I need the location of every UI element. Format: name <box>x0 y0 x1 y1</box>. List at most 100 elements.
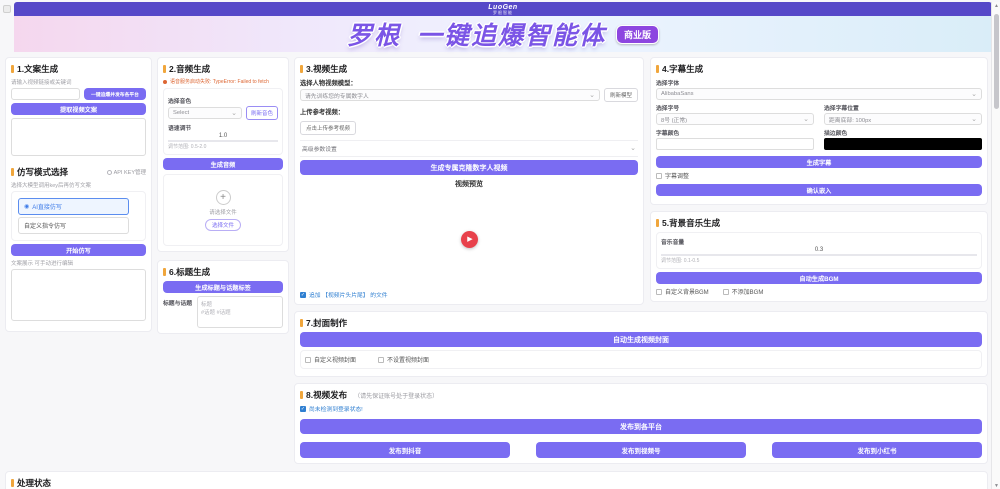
stroke-color-picker[interactable] <box>824 138 982 150</box>
publish-heading: 8.视频发布 （请先保证账号处于登录状态） <box>300 389 982 401</box>
voice-settings-card: 选择音色 Select ⌄ 刷新音色 语速调节 1.0 调节范围: 0.5-2.… <box>163 88 283 155</box>
generate-subtitle-button[interactable]: 生成字幕 <box>656 156 982 168</box>
scrollbar-thumb[interactable] <box>994 14 999 109</box>
custom-cover-checkbox[interactable] <box>305 357 311 363</box>
video-link-input[interactable] <box>11 88 80 100</box>
plus-icon: + <box>216 190 231 205</box>
panel-title-gen: 6.标题生成 生成标题与话题标签 标题与话题 <box>157 260 289 334</box>
page-title-main: 一键追爆智能体 <box>417 22 606 50</box>
auto-generate-bgm-button[interactable]: 自动生成BGM <box>656 272 982 284</box>
speed-slider[interactable]: 1.0 <box>168 133 278 142</box>
vertical-scrollbar[interactable]: ▲ ▼ <box>991 2 1000 489</box>
choose-file-button[interactable]: 选择文件 <box>205 219 241 231</box>
bgm-heading: 5.背景音乐生成 <box>656 217 982 229</box>
error-dot-icon <box>163 80 167 84</box>
subtitle-heading: 4.字幕生成 <box>656 63 982 75</box>
status-heading: 处理状态 <box>11 477 982 489</box>
rewritten-copy-textarea[interactable] <box>11 269 146 321</box>
chevron-down-icon: ⌄ <box>589 92 595 99</box>
publish-douyin-button[interactable]: 发布到抖音 <box>300 442 510 458</box>
upload-ref-video-button[interactable]: 点击上传参考视频 <box>300 121 356 135</box>
speed-range-hint: 调节范围: 0.5-2.0 <box>168 143 278 150</box>
heading-accent-bar <box>11 65 14 73</box>
font-label: 选择字体 <box>656 78 982 87</box>
font-size-label: 选择字号 <box>656 103 814 112</box>
refresh-model-button[interactable]: 刷新模型 <box>604 88 638 102</box>
bgm-volume-slider[interactable]: 0.3 <box>661 247 977 256</box>
scroll-down-arrow-icon[interactable]: ▼ <box>992 482 1000 489</box>
mode-option-ai-rewrite[interactable]: ◉ AI直接仿写 <box>18 198 129 215</box>
play-icon[interactable]: ▶ <box>461 231 478 248</box>
heading-accent-bar <box>11 168 14 176</box>
browser-corner-chip <box>3 5 11 13</box>
chevron-down-icon: ⌄ <box>971 116 977 123</box>
custom-cover-row: 自定义视频封面 <box>305 355 356 364</box>
video-heading: 3.视频生成 <box>300 63 638 75</box>
font-size-select[interactable]: 8号 (正常) ⌄ <box>656 113 814 125</box>
heading-accent-bar <box>11 479 14 487</box>
no-bgm-row: 不添加BGM <box>723 287 764 296</box>
link-input-hint: 请输入视频链接或关键词 <box>11 78 146 86</box>
subtitle-color-label: 字幕颜色 <box>656 128 814 137</box>
voice-select[interactable]: Select ⌄ <box>168 107 242 119</box>
gear-icon <box>107 170 112 175</box>
publish-all-button[interactable]: 发布到各平台 <box>300 419 982 434</box>
scroll-up-arrow-icon[interactable]: ▲ <box>992 2 1000 11</box>
bgm-volume-card: 音乐音量 0.3 调节范围: 0.1-0.5 <box>656 232 982 269</box>
column-audio: 2.音频生成 语音服务启动失败: TypeError: Failed to fe… <box>157 57 289 334</box>
panel-bgm: 5.背景音乐生成 音乐音量 0.3 调节范围: 0.1-0.5 自动生成BGM <box>650 211 988 302</box>
column-subtitle: 4.字幕生成 选择字体 AlibabaSans ⌄ 选择字号 <box>650 57 988 302</box>
generate-audio-button[interactable]: 生成音频 <box>163 158 283 170</box>
one-click-boost-button[interactable]: 一键追爆并发布各平台 <box>84 88 146 100</box>
publish-xhs-button[interactable]: 发布到小红书 <box>772 442 982 458</box>
radio-selected-icon: ◉ <box>24 204 29 210</box>
bgm-volume-range-hint: 调节范围: 0.1-0.5 <box>661 257 977 264</box>
copywriting-heading: 1.文案生成 <box>11 63 146 75</box>
confirm-embed-button[interactable]: 确认嵌入 <box>656 184 982 196</box>
auto-cover-button[interactable]: 自动生成视频封面 <box>300 332 982 347</box>
heading-accent-bar <box>300 65 303 73</box>
extract-copy-button[interactable]: 提取视频文案 <box>11 103 146 115</box>
subtitle-color-picker[interactable] <box>656 138 814 150</box>
panel-publish: 8.视频发布 （请先保证账号处于登录状态） ✓ 尚未检测到登录状态! 发布到各平… <box>294 383 988 464</box>
advanced-params-toggle[interactable]: 高级参数设置 ⌄ <box>300 140 638 157</box>
subtitle-pos-select[interactable]: 距离底部: 100px ⌄ <box>824 113 982 125</box>
api-key-manage-link[interactable]: API KEY管理 <box>107 168 146 176</box>
rewrite-mode-heading: 仿写模式选择 API KEY管理 <box>11 166 146 178</box>
append-intro-outro-link[interactable]: ✓ 追加 【视频片头片尾】 的文件 <box>300 290 638 299</box>
generate-clone-video-button[interactable]: 生成专属克隆数字人视频 <box>300 160 638 175</box>
no-bgm-checkbox[interactable] <box>723 289 729 295</box>
subtitle-pos-label: 选择字幕位置 <box>824 103 982 112</box>
title-topic-textarea[interactable] <box>197 296 283 328</box>
mode-option-custom-rewrite[interactable]: 自定义指令仿写 <box>18 217 129 234</box>
title-gen-heading: 6.标题生成 <box>163 266 283 278</box>
publish-channels-button[interactable]: 发布到视频号 <box>536 442 746 458</box>
custom-bgm-checkbox[interactable] <box>656 289 662 295</box>
refresh-voice-button[interactable]: 刷新音色 <box>246 106 278 120</box>
rewrite-hint: 选择大模型调用key后再仿写文案 <box>11 181 146 189</box>
upload-ref-label: 上传参考视频： <box>300 107 638 116</box>
chevron-down-icon: ⌄ <box>803 116 809 123</box>
page-title: 罗根一键追爆智能体 <box>347 16 606 52</box>
subtitle-adjust-checkbox[interactable] <box>656 173 662 179</box>
right-region: 3.视频生成 选择人物视频模型： 请先训练您的专属数字人 ⌄ 刷新模型 上传参考… <box>294 57 988 464</box>
voice-service-error: 语音服务启动失败: TypeError: Failed to fetch <box>163 78 283 85</box>
start-rewrite-button[interactable]: 开始仿写 <box>11 244 146 256</box>
generate-title-button[interactable]: 生成标题与话题标签 <box>163 281 283 293</box>
subtitle-adjust-row: 字幕调整 <box>656 171 982 180</box>
audio-upload-dropzone[interactable]: + 请选择文件 选择文件 <box>163 174 283 246</box>
font-select[interactable]: AlibabaSans ⌄ <box>656 88 982 100</box>
page-title-brand: 罗根 <box>347 22 401 50</box>
heading-accent-bar <box>163 65 166 73</box>
heading-accent-bar <box>300 391 303 399</box>
panel-subtitle: 4.字幕生成 选择字体 AlibabaSans ⌄ 选择字号 <box>650 57 988 205</box>
main-content: 1.文案生成 请输入视频链接或关键词 一键追爆并发布各平台 提取视频文案 仿写模… <box>0 52 1000 489</box>
copy-display-hint: 文案展示 可手动进行编辑 <box>11 259 146 267</box>
extracted-copy-textarea[interactable] <box>11 118 146 156</box>
login-status-link[interactable]: ✓ 尚未检测到登录状态! <box>300 404 982 413</box>
chevron-expand-icon: ⌄ <box>630 145 636 152</box>
voice-label: 选择音色 <box>168 96 278 105</box>
model-select[interactable]: 请先训练您的专属数字人 ⌄ <box>300 89 600 101</box>
no-cover-checkbox[interactable] <box>378 357 384 363</box>
chevron-down-icon: ⌄ <box>231 110 237 117</box>
